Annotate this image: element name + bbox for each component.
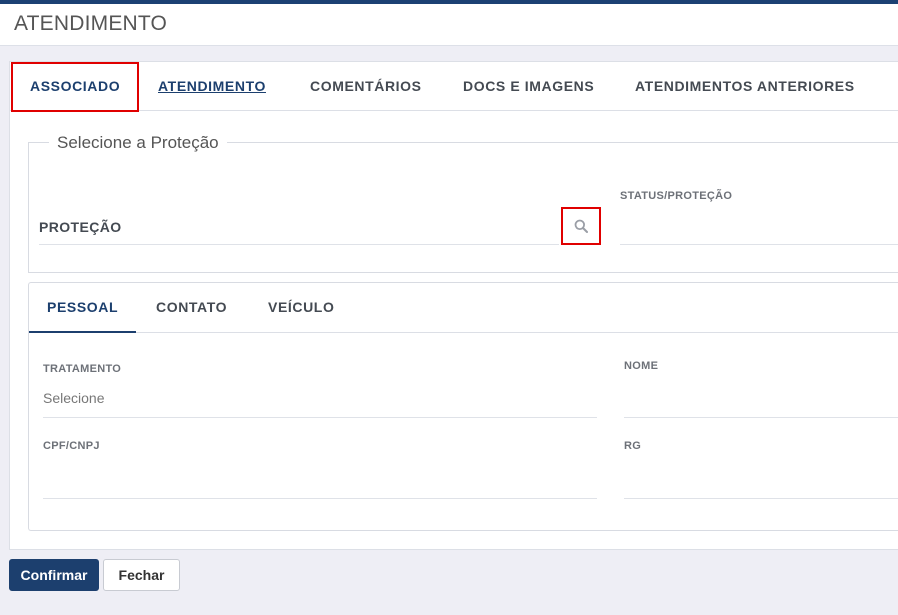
protection-field-underline — [39, 244, 559, 245]
page-header: ATENDIMENTO — [0, 4, 898, 46]
page-title: ATENDIMENTO — [14, 12, 168, 35]
tratamento-label: TRATAMENTO — [43, 363, 122, 375]
confirm-button[interactable]: Confirmar — [9, 559, 99, 591]
protection-search-button[interactable] — [561, 207, 601, 245]
cpf-cnpj-label: CPF/CNPJ — [43, 440, 100, 452]
cpf-cnpj-underline — [43, 498, 597, 499]
subtab-veiculo[interactable]: VEÍCULO — [268, 283, 334, 333]
tab-atendimento[interactable]: ATENDIMENTO — [158, 62, 266, 111]
tab-associado[interactable]: ASSOCIADO — [11, 62, 140, 112]
protection-legend: Selecione a Proteção — [49, 133, 227, 153]
nome-underline — [624, 417, 898, 418]
person-subtabs: PESSOAL CONTATO VEÍCULO — [29, 283, 898, 333]
search-icon — [574, 219, 588, 233]
tratamento-underline — [43, 417, 597, 418]
tab-docs-imagens[interactable]: DOCS E IMAGENS — [463, 62, 594, 111]
tratamento-select[interactable]: Selecione — [43, 390, 105, 406]
subtab-contato[interactable]: CONTATO — [156, 283, 227, 333]
rg-underline — [624, 498, 898, 499]
subtab-pessoal[interactable]: PESSOAL — [29, 283, 136, 333]
status-protection-underline — [620, 244, 898, 245]
rg-label: RG — [624, 440, 642, 452]
nome-label: NOME — [624, 360, 659, 372]
protection-fieldset: Selecione a Proteção PROTEÇÃO STATUS/PRO… — [28, 133, 898, 273]
main-tabs: ASSOCIADO ATENDIMENTO COMENTÁRIOS DOCS E… — [10, 62, 898, 112]
status-protection-label: STATUS/PROTEÇÃO — [620, 190, 733, 202]
tab-comentarios[interactable]: COMENTÁRIOS — [310, 62, 422, 111]
person-subpanel: PESSOAL CONTATO VEÍCULO TRATAMENTO Selec… — [28, 282, 898, 531]
tab-atendimentos-anteriores[interactable]: ATENDIMENTOS ANTERIORES — [635, 62, 855, 111]
close-button[interactable]: Fechar — [103, 559, 180, 591]
protection-field-label[interactable]: PROTEÇÃO — [39, 219, 122, 235]
main-panel: ASSOCIADO ATENDIMENTO COMENTÁRIOS DOCS E… — [9, 61, 898, 550]
